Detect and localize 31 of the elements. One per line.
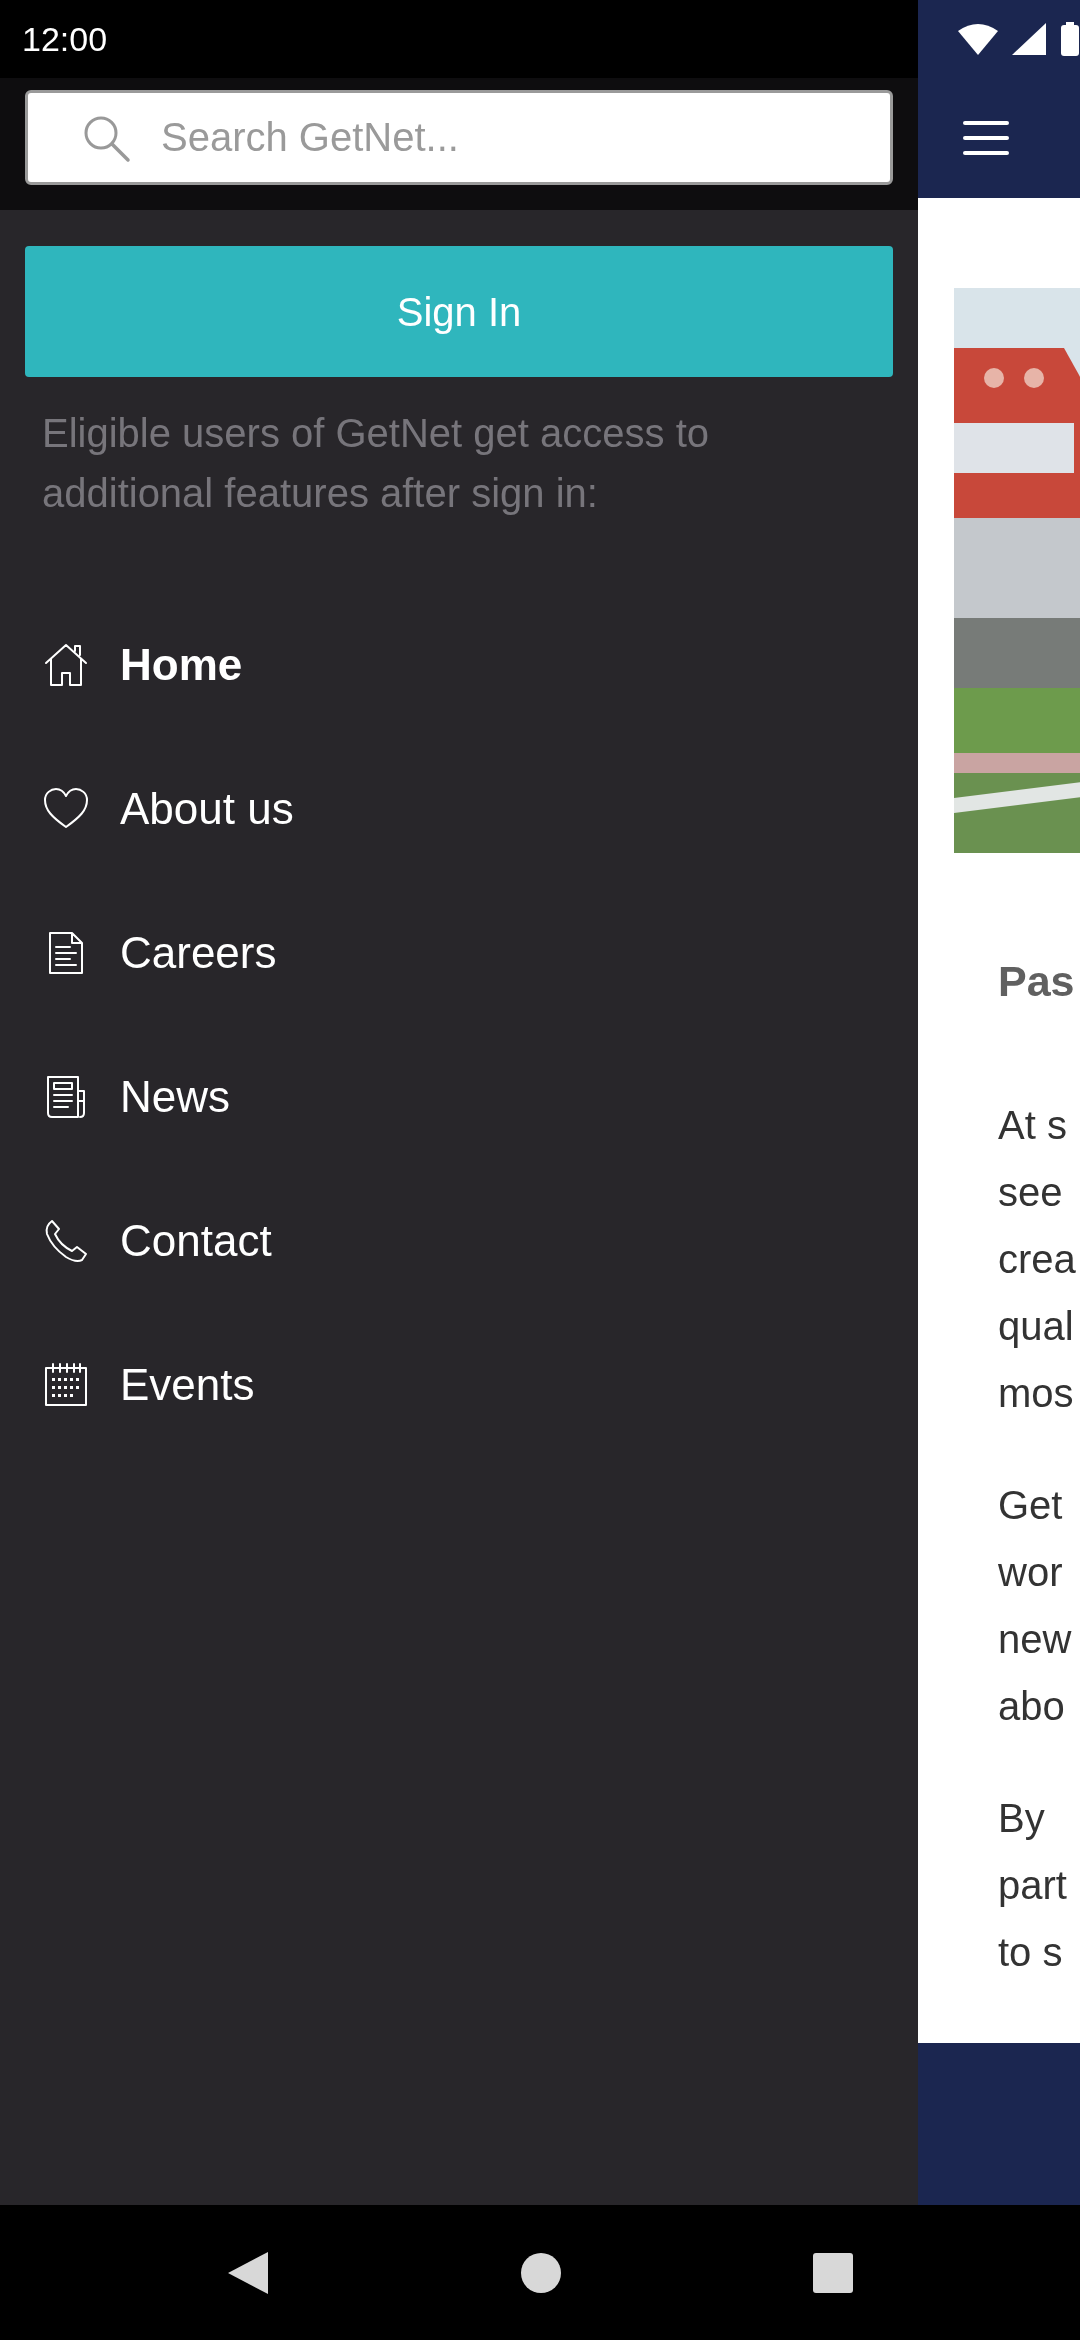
paragraph-line: wor (998, 1548, 1063, 1596)
paragraph-line: part (998, 1861, 1067, 1909)
menu-item[interactable]: Contact (120, 1208, 272, 1274)
menu-item[interactable]: Events (120, 1352, 255, 1418)
paragraph-line: mos (998, 1369, 1074, 1417)
paragraph-line: By (998, 1794, 1045, 1842)
paragraph-line: new (998, 1615, 1072, 1663)
calendar-icon (42, 1361, 90, 1409)
menu-item[interactable]: News (120, 1064, 231, 1130)
paragraph-line: Get (998, 1481, 1063, 1529)
back-icon[interactable] (226, 2249, 270, 2296)
menu-item[interactable]: Careers (120, 920, 277, 986)
paragraph-line: to s (998, 1928, 1063, 1976)
wifi-icon (958, 23, 998, 55)
menu-item[interactable]: About us (120, 776, 294, 842)
menu-icon[interactable] (963, 120, 1009, 156)
paragraph-line: At s (998, 1101, 1067, 1149)
recents-icon[interactable] (812, 2251, 854, 2294)
paragraph-line: crea (998, 1235, 1076, 1283)
paragraph-line: abo (998, 1682, 1065, 1730)
battery-icon (1060, 22, 1080, 56)
menu-item[interactable]: Home (120, 632, 243, 698)
signal-icon (1012, 23, 1046, 55)
sign-in-note: Eligible users of GetNet get access to additional features after sign in: (41, 410, 710, 517)
status-time: 12:00 (22, 18, 108, 60)
home-icon[interactable] (520, 2251, 562, 2294)
paragraph-line: see (998, 1168, 1063, 1216)
paragraph-line: qual (998, 1302, 1074, 1350)
search-field[interactable]: Search GetNet... (25, 90, 893, 185)
house-icon (42, 641, 90, 689)
section-heading: Pas (998, 956, 1075, 1007)
